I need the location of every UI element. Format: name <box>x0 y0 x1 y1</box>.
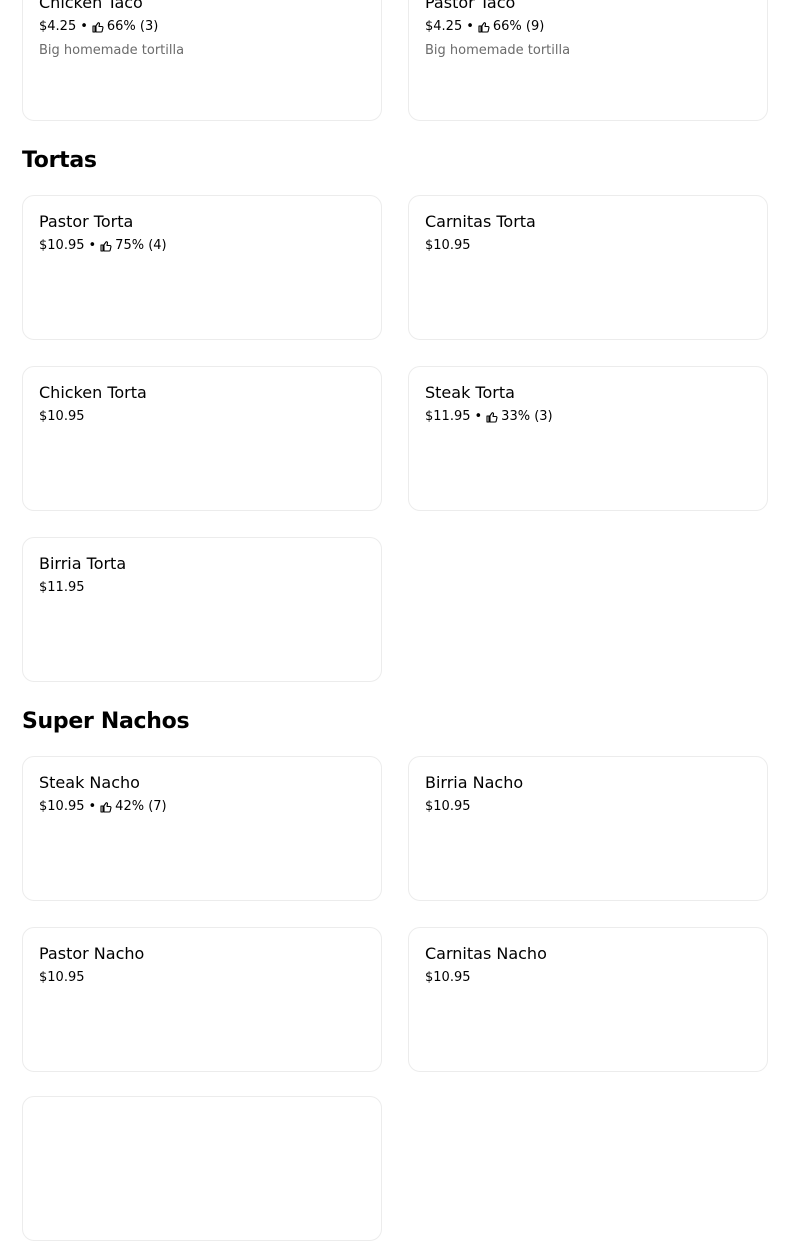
menu-item-name: Pastor Taco <box>425 0 516 12</box>
menu-item-price: $10.95 <box>39 799 85 814</box>
menu-item-card[interactable]: Steak Torta $11.95 • 33% (3) <box>408 366 768 511</box>
menu-item-card[interactable]: Pastor Nacho $10.95 <box>22 927 382 1072</box>
menu-item-rating: 42% (7) <box>115 799 167 814</box>
thumbs-up-icon <box>486 412 498 423</box>
section-title-super-nachos: Super Nachos <box>22 709 190 734</box>
thumbs-up-icon <box>100 241 112 252</box>
menu-item-meta: $10.95 <box>425 799 471 815</box>
menu-item-card[interactable] <box>22 1096 382 1241</box>
menu-item-name: Birria Nacho <box>425 773 524 792</box>
menu-item-price: $4.25 <box>425 19 463 34</box>
menu-item-card[interactable]: Birria Nacho $10.95 <box>408 756 768 901</box>
menu-item-card[interactable]: Carnitas Nacho $10.95 <box>408 927 768 1072</box>
menu-item-name: Pastor Nacho <box>39 944 145 963</box>
menu-item-meta: $10.95 <box>39 970 85 986</box>
menu-item-card[interactable]: Chicken Taco $4.25 • 66% (3) Big homemad… <box>22 0 382 121</box>
menu-item-rating: 33% (3) <box>501 409 553 424</box>
menu-item-name: Chicken Torta <box>39 383 147 402</box>
menu-item-rating: 75% (4) <box>115 238 167 253</box>
menu-item-meta: $10.95 • 42% (7) <box>39 799 167 815</box>
menu-item-name: Carnitas Nacho <box>425 944 547 963</box>
thumbs-up-icon <box>478 22 490 33</box>
menu-item-rating: 66% (9) <box>492 19 545 34</box>
menu-item-meta: $11.95 • 33% (3) <box>425 409 553 425</box>
menu-item-name: Pastor Torta <box>39 212 134 231</box>
menu-item-price: $10.95 <box>39 970 85 985</box>
menu-item-meta: $10.95 <box>39 409 85 425</box>
meta-separator: • <box>88 238 97 253</box>
menu-item-price: $10.95 <box>425 799 471 814</box>
section-title-tortas: Tortas <box>22 148 97 173</box>
meta-separator: • <box>474 409 483 424</box>
menu-item-meta: $11.95 <box>39 580 85 596</box>
meta-separator: • <box>466 19 474 34</box>
menu-item-meta: $10.95 <box>425 238 471 254</box>
menu-item-name: Chicken Taco <box>39 0 143 12</box>
menu-item-name: Birria Torta <box>39 554 127 573</box>
menu-item-name: Steak Nacho <box>39 773 140 792</box>
menu-item-price: $10.95 <box>39 409 85 424</box>
menu-item-name: Carnitas Torta <box>425 212 536 231</box>
menu-item-meta: $4.25 • 66% (9) <box>425 19 544 35</box>
menu-item-card[interactable]: Birria Torta $11.95 <box>22 537 382 682</box>
menu-item-meta: $10.95 <box>425 970 471 986</box>
menu-item-meta: $10.95 • 75% (4) <box>39 238 167 254</box>
thumbs-up-icon <box>92 22 104 33</box>
menu-item-price: $11.95 <box>39 580 85 595</box>
menu-item-description: Big homemade tortilla <box>425 43 571 58</box>
menu-item-card[interactable]: Chicken Torta $10.95 <box>22 366 382 511</box>
meta-separator: • <box>88 799 97 814</box>
menu-item-name: Steak Torta <box>425 383 515 402</box>
menu-item-card[interactable]: Carnitas Torta $10.95 <box>408 195 768 340</box>
menu-item-rating: 66% (3) <box>106 19 159 34</box>
menu-item-price: $11.95 <box>425 409 471 424</box>
menu-item-card[interactable]: Pastor Taco $4.25 • 66% (9) Big homemade… <box>408 0 768 121</box>
menu-item-card[interactable]: Steak Nacho $10.95 • 42% (7) <box>22 756 382 901</box>
menu-item-price: $10.95 <box>425 970 471 985</box>
menu-item-meta: $4.25 • 66% (3) <box>39 19 158 35</box>
menu-item-description: Big homemade tortilla <box>39 43 185 58</box>
thumbs-up-icon <box>100 802 112 813</box>
menu-item-price: $10.95 <box>39 238 85 253</box>
menu-item-price: $10.95 <box>425 238 471 253</box>
menu-item-price: $4.25 <box>39 19 77 34</box>
meta-separator: • <box>80 19 88 34</box>
menu-item-card[interactable]: Pastor Torta $10.95 • 75% (4) <box>22 195 382 340</box>
